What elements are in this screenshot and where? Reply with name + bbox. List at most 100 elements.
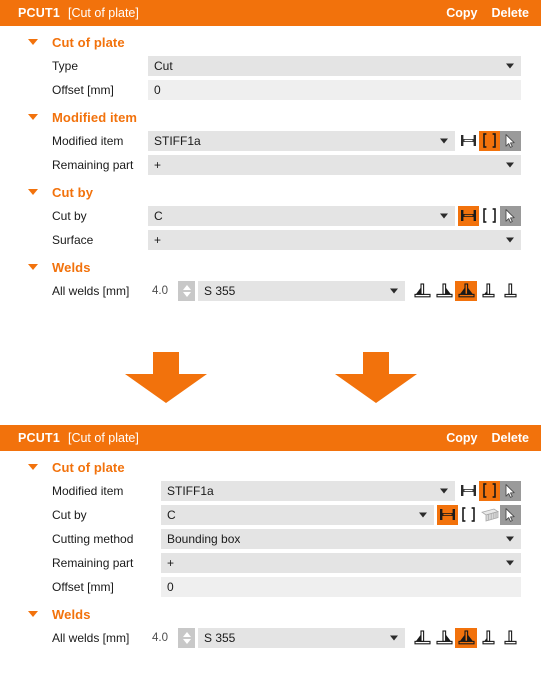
transition-arrows: [0, 352, 541, 404]
arrow-slot-left: [61, 352, 271, 404]
collapse-caret-icon[interactable]: [28, 39, 38, 45]
modified-item-dropdown[interactable]: STIFF1a: [148, 130, 455, 151]
selection-mode-icons: [458, 480, 521, 501]
delete-button[interactable]: Delete: [491, 6, 529, 20]
type-dropdown[interactable]: Cut: [148, 55, 521, 76]
group-header-cut-by[interactable]: Cut by: [0, 181, 541, 203]
field-value: C: [167, 507, 176, 522]
row-cut-by: Cut by C: [0, 204, 541, 227]
delete-button[interactable]: Delete: [491, 431, 529, 445]
modified-item-dropdown[interactable]: STIFF1a: [161, 480, 455, 501]
pick-cursor-icon[interactable]: [500, 504, 521, 525]
row-type: Type Cut: [0, 54, 541, 77]
plate-icon[interactable]: [479, 206, 500, 226]
collapse-caret-icon[interactable]: [28, 264, 38, 270]
selection-mode-icons: [437, 504, 521, 525]
weld-size-value[interactable]: 4.0: [148, 285, 178, 297]
chevron-down-icon[interactable]: [506, 560, 514, 565]
row-offset: Offset [mm] 0: [0, 575, 541, 598]
chevron-down-icon[interactable]: [506, 237, 514, 242]
field-value: +: [154, 157, 162, 172]
collapse-caret-icon[interactable]: [28, 114, 38, 120]
weld-none-icon[interactable]: [499, 281, 521, 301]
weld-size-stepper[interactable]: [178, 627, 195, 648]
weld-none-icon[interactable]: [499, 628, 521, 648]
plate-icon[interactable]: [458, 505, 479, 525]
weld-type-icons: [411, 627, 521, 648]
pick-cursor-icon[interactable]: [500, 205, 521, 226]
group-header-cut-of-plate[interactable]: Cut of plate: [0, 456, 541, 478]
pick-cursor-icon[interactable]: [500, 130, 521, 151]
stepper-up-icon[interactable]: [182, 284, 191, 290]
group-header-modified-item[interactable]: Modified item: [0, 106, 541, 128]
weld-fillet-small-icon[interactable]: [477, 281, 499, 301]
weld-size-value[interactable]: 4.0: [148, 632, 178, 644]
panel-after: PCUT1 [Cut of plate] Copy Delete Cut of …: [0, 425, 541, 649]
beam-profile-icon[interactable]: [437, 504, 458, 525]
down-arrow-icon: [334, 352, 417, 403]
down-arrow-icon: [124, 352, 207, 403]
row-label: Offset [mm]: [52, 82, 114, 97]
chevron-down-icon[interactable]: [419, 512, 427, 517]
collapse-caret-icon[interactable]: [28, 189, 38, 195]
cut-by-dropdown[interactable]: C: [161, 504, 434, 525]
beam-profile-icon[interactable]: [458, 205, 479, 226]
remaining-part-dropdown[interactable]: +: [148, 154, 521, 175]
cut-by-dropdown[interactable]: C: [148, 205, 455, 226]
group-label: Welds: [52, 259, 91, 275]
field-value: 0: [154, 82, 161, 97]
cutting-method-dropdown[interactable]: Bounding box: [161, 528, 521, 549]
offset-input[interactable]: 0: [148, 79, 521, 100]
beam-profile-icon[interactable]: [458, 131, 479, 151]
weld-fillet-both-icon[interactable]: [455, 280, 477, 301]
plate-icon[interactable]: [479, 130, 500, 151]
collapse-caret-icon[interactable]: [28, 611, 38, 617]
group-label: Cut of plate: [52, 34, 125, 50]
field-value: S 355: [204, 630, 236, 645]
stepper-down-icon[interactable]: [182, 638, 191, 644]
selection-mode-icons: [458, 205, 521, 226]
chevron-down-icon[interactable]: [440, 138, 448, 143]
remaining-part-dropdown[interactable]: +: [161, 552, 521, 573]
panel-id: PCUT1: [18, 6, 60, 20]
plane-grid-icon[interactable]: [479, 505, 500, 525]
chevron-down-icon[interactable]: [440, 488, 448, 493]
beam-profile-icon[interactable]: [458, 481, 479, 501]
field-value: C: [154, 208, 163, 223]
weld-fillet-small-icon[interactable]: [477, 628, 499, 648]
chevron-down-icon[interactable]: [506, 536, 514, 541]
group-label: Cut of plate: [52, 459, 125, 475]
weld-fillet-left-icon[interactable]: [411, 281, 433, 301]
chevron-down-icon[interactable]: [390, 635, 398, 640]
group-header-welds[interactable]: Welds: [0, 603, 541, 625]
row-label: Surface: [52, 232, 94, 247]
chevron-down-icon[interactable]: [440, 213, 448, 218]
weld-fillet-right-icon[interactable]: [433, 281, 455, 301]
collapse-caret-icon[interactable]: [28, 464, 38, 470]
row-label: Modified item: [52, 133, 124, 148]
group-header-cut-of-plate[interactable]: Cut of plate: [0, 31, 541, 53]
weld-material-dropdown[interactable]: S 355: [198, 280, 405, 301]
stepper-down-icon[interactable]: [182, 291, 191, 297]
weld-fillet-left-icon[interactable]: [411, 628, 433, 648]
row-cutting-method: Cutting method Bounding box: [0, 527, 541, 550]
weld-fillet-both-icon[interactable]: [455, 627, 477, 648]
chevron-down-icon[interactable]: [506, 162, 514, 167]
field-value: 0: [167, 579, 174, 594]
weld-size-stepper[interactable]: [178, 280, 195, 301]
chevron-down-icon[interactable]: [390, 288, 398, 293]
group-header-welds[interactable]: Welds: [0, 256, 541, 278]
offset-input[interactable]: 0: [161, 576, 521, 597]
weld-material-dropdown[interactable]: S 355: [198, 627, 405, 648]
weld-fillet-right-icon[interactable]: [433, 628, 455, 648]
stepper-up-icon[interactable]: [182, 631, 191, 637]
pick-cursor-icon[interactable]: [500, 480, 521, 501]
field-value: S 355: [204, 283, 236, 298]
copy-button[interactable]: Copy: [446, 6, 477, 20]
copy-button[interactable]: Copy: [446, 431, 477, 445]
chevron-down-icon[interactable]: [506, 63, 514, 68]
row-modified-item: Modified item STIFF1a: [0, 129, 541, 152]
surface-dropdown[interactable]: +: [148, 229, 521, 250]
field-value: Bounding box: [167, 531, 241, 546]
plate-icon[interactable]: [479, 480, 500, 501]
